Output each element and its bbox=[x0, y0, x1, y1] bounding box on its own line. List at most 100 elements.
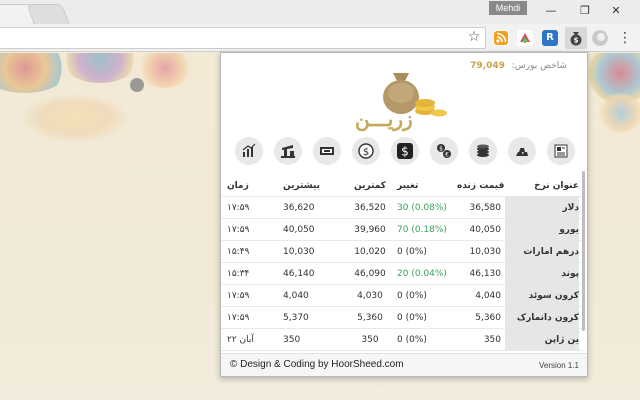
cell-price: 40,050 bbox=[469, 225, 502, 235]
table-row[interactable]: ۱۷:۵۹ 40,050 39,960 70 (0.18%) 40,050 یو… bbox=[221, 219, 585, 241]
table-row[interactable]: ۱۷:۵۹ 4,040 4,030 0 (0%) 4,040 کرون سوئد bbox=[221, 285, 585, 307]
cell-name: یورو bbox=[505, 219, 579, 241]
version-label: Version 1.1 bbox=[538, 361, 579, 370]
header-change: تغییر bbox=[397, 181, 419, 191]
cell-low: 46,090 bbox=[354, 269, 386, 279]
stock-index-value: 79,049 bbox=[470, 61, 505, 71]
svg-text:$: $ bbox=[401, 145, 409, 159]
decorative-flower bbox=[135, 53, 195, 88]
blue-extension-icon[interactable]: R bbox=[542, 30, 558, 46]
cell-high: 10,030 bbox=[283, 247, 315, 257]
gold-bars-icon[interactable] bbox=[508, 137, 536, 165]
cell-low: 10,020 bbox=[354, 247, 386, 257]
star-icon[interactable]: ☆ bbox=[466, 29, 482, 45]
cell-change: 20 (0.04%) bbox=[397, 269, 447, 279]
header-low: کمترین bbox=[353, 181, 387, 191]
svg-text:$: $ bbox=[574, 37, 579, 45]
cell-change: 30 (0.08%) bbox=[397, 203, 447, 213]
table-row[interactable]: ۱۵:۳۴ 46,140 46,090 20 (0.04%) 46,130 پو… bbox=[221, 263, 585, 285]
cell-time: ۱۵:۴۹ bbox=[227, 247, 250, 257]
table-row[interactable]: ۲۲ آبان 350 350 0 (0%) 350 ین ژاپن bbox=[221, 329, 585, 351]
profile-name-badge[interactable]: Mehdi bbox=[489, 1, 527, 15]
banknote-icon[interactable] bbox=[313, 137, 341, 165]
gray-extension-icon[interactable] bbox=[592, 30, 608, 46]
table-row[interactable]: ۱۷:۵۹ 36,620 36,520 30 (0.08%) 36,580 دل… bbox=[221, 197, 585, 219]
cell-time: ۱۷:۵۹ bbox=[227, 291, 250, 301]
decorative-flower bbox=[596, 93, 640, 133]
decorative-pin bbox=[130, 78, 144, 92]
cell-price: 46,130 bbox=[469, 269, 502, 279]
decorative-flower bbox=[60, 53, 140, 83]
cell-time: ۱۷:۵۹ bbox=[227, 225, 250, 235]
cell-name: دلار bbox=[505, 197, 579, 219]
cell-high: 40,050 bbox=[283, 225, 315, 235]
address-bar[interactable] bbox=[0, 27, 486, 49]
popup-footer: © Design & Coding by HoorSheed.com Versi… bbox=[221, 353, 587, 376]
rainbow-extension-icon[interactable] bbox=[517, 30, 533, 46]
stock-index: شاخص بورس: 79,049 bbox=[470, 61, 567, 71]
exchange-icon[interactable]: $ € bbox=[430, 137, 458, 165]
cell-high: 46,140 bbox=[283, 269, 315, 279]
dollar-circle-icon[interactable]: $ bbox=[352, 137, 380, 165]
cell-time: ۱۵:۳۴ bbox=[227, 269, 250, 279]
table-row[interactable]: ۱۵:۴۹ 10,030 10,020 0 (0%) 10,030 درهم ا… bbox=[221, 241, 585, 263]
moneybag-extension-icon[interactable]: $ bbox=[565, 27, 587, 49]
cell-time: ۱۷:۵۹ bbox=[227, 313, 250, 323]
dollar-dark-icon[interactable]: $ bbox=[391, 137, 419, 165]
header-name: عنوان نرخ bbox=[534, 181, 579, 191]
cell-price: 10,030 bbox=[469, 247, 502, 257]
news-icon[interactable] bbox=[547, 137, 575, 165]
stock-index-label: شاخص بورس: bbox=[511, 61, 567, 71]
cell-change: 0 (0%) bbox=[397, 247, 427, 257]
new-tab-button[interactable] bbox=[26, 4, 70, 24]
cell-time: ۱۷:۵۹ bbox=[227, 203, 250, 213]
cell-name: ین ژاپن bbox=[505, 329, 579, 351]
cell-price: 350 bbox=[483, 335, 501, 345]
menu-icon[interactable]: ⋮ bbox=[618, 30, 632, 46]
tab-strip: Mehdi — ❐ ✕ bbox=[0, 0, 640, 24]
cell-price: 5,360 bbox=[475, 313, 501, 323]
svg-text:$: $ bbox=[363, 147, 369, 158]
decorative-swirl bbox=[20, 93, 130, 143]
svg-text:$: $ bbox=[439, 146, 443, 153]
cell-change: 0 (0%) bbox=[397, 313, 427, 323]
coins-icon[interactable] bbox=[469, 137, 497, 165]
cell-high: 4,040 bbox=[283, 291, 309, 301]
cell-low: 350 bbox=[361, 335, 379, 345]
logo-text: زریـــن bbox=[355, 107, 413, 131]
chart-icon[interactable] bbox=[235, 137, 263, 165]
cell-price: 4,040 bbox=[475, 291, 501, 301]
rss-extension-icon[interactable] bbox=[493, 30, 509, 46]
cell-name: درهم امارات bbox=[505, 241, 579, 263]
category-icons: $ € $ $ bbox=[235, 137, 577, 167]
cell-low: 39,960 bbox=[354, 225, 386, 235]
cell-low: 5,360 bbox=[357, 313, 383, 323]
credit-link[interactable]: © Design & Coding by HoorSheed.com bbox=[230, 359, 404, 370]
cell-low: 4,030 bbox=[357, 291, 383, 301]
cell-name: پوند bbox=[505, 263, 579, 285]
cell-high: 350 bbox=[283, 335, 301, 345]
oil-pump-icon[interactable] bbox=[274, 137, 302, 165]
header-high: بیشترین bbox=[283, 181, 320, 191]
header-price: قیمت زنده bbox=[457, 181, 505, 191]
cell-high: 5,370 bbox=[283, 313, 309, 323]
table-scrollbar[interactable] bbox=[582, 171, 585, 331]
cell-name: کرون دانمارک bbox=[505, 307, 579, 329]
cell-high: 36,620 bbox=[283, 203, 315, 213]
close-window-button[interactable]: ✕ bbox=[604, 2, 628, 20]
logo: زریـــن bbox=[351, 67, 461, 131]
table-row[interactable]: ۱۷:۵۹ 5,370 5,360 0 (0%) 5,360 کرون دانم… bbox=[221, 307, 585, 329]
table-header: زمان بیشترین کمترین تغییر قیمت زنده عنوا… bbox=[221, 175, 585, 197]
cell-change: 0 (0%) bbox=[397, 335, 427, 345]
cell-low: 36,520 bbox=[354, 203, 386, 213]
cell-time: ۲۲ آبان bbox=[227, 335, 254, 345]
cell-price: 36,580 bbox=[469, 203, 502, 213]
svg-text:€: € bbox=[445, 152, 449, 159]
header-time: زمان bbox=[227, 181, 249, 191]
extension-popup: شاخص بورس: 79,049 زریـــن $ € $ $ زمان ب… bbox=[220, 52, 588, 377]
cell-name: کرون سوئد bbox=[505, 285, 579, 307]
cell-change: 0 (0%) bbox=[397, 291, 427, 301]
cell-change: 70 (0.18%) bbox=[397, 225, 447, 235]
minimize-button[interactable]: — bbox=[539, 2, 563, 20]
maximize-button[interactable]: ❐ bbox=[573, 2, 597, 20]
